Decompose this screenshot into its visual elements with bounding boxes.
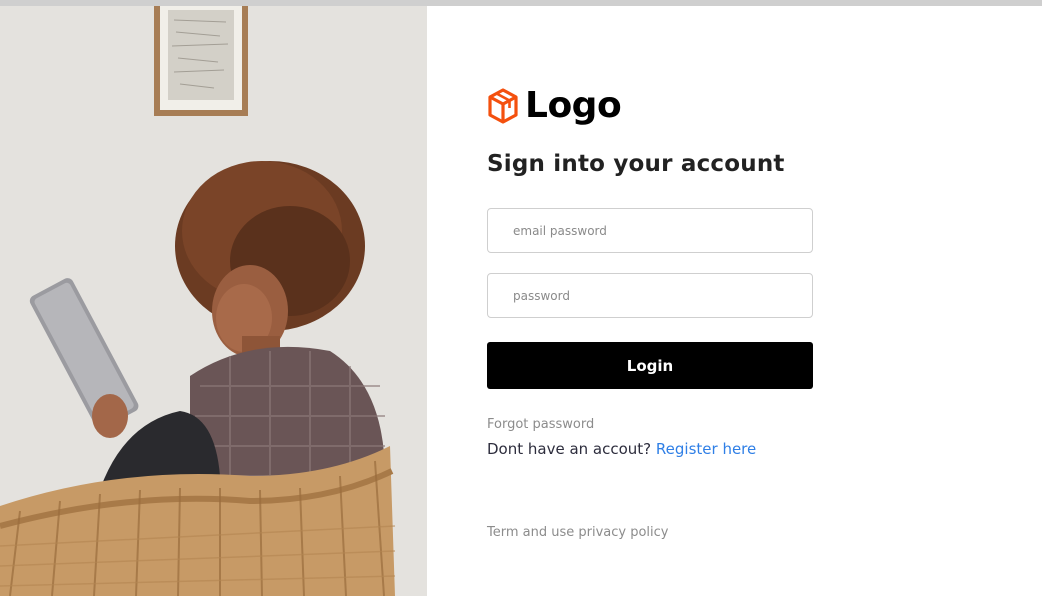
- cube-icon: [488, 88, 518, 124]
- terms-link[interactable]: Term and use privacy policy: [487, 525, 669, 540]
- hero-photo: [0, 6, 427, 596]
- forgot-password-link[interactable]: Forgot password: [487, 417, 594, 432]
- register-line: Dont have an accout? Register here: [487, 440, 756, 458]
- brand-name: Logo: [525, 85, 622, 126]
- login-button[interactable]: Login: [487, 342, 813, 389]
- form-title: Sign into your account: [487, 151, 785, 177]
- register-prompt: Dont have an accout?: [487, 440, 652, 458]
- login-panel: Logo Sign into your account Login Forgot…: [427, 6, 1042, 596]
- register-link[interactable]: Register here: [656, 440, 756, 458]
- password-input[interactable]: [487, 273, 813, 318]
- brand[interactable]: Logo: [487, 84, 622, 128]
- email-input[interactable]: [487, 208, 813, 253]
